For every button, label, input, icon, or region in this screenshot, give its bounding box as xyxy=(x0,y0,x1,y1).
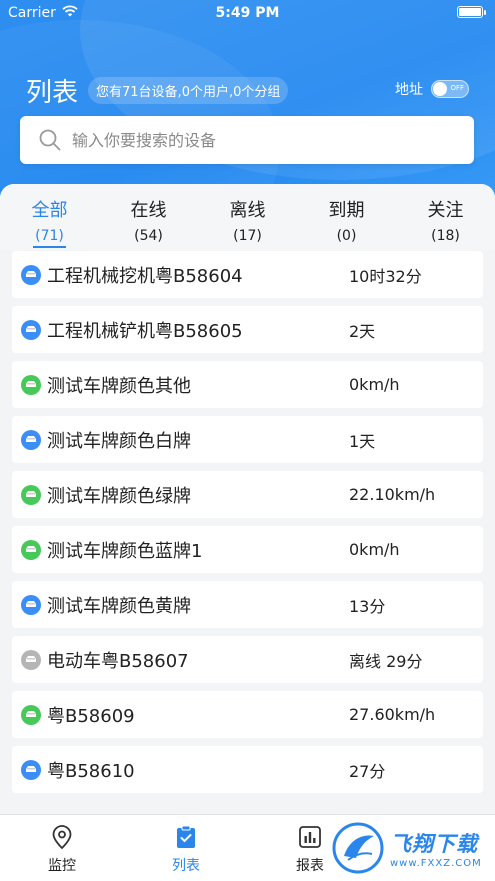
location-pin-icon xyxy=(52,825,72,850)
list-item[interactable]: 粤B58609 27.60km/h xyxy=(12,691,483,738)
watermark: 飞翔下载 www.FXXZ.COM xyxy=(330,818,495,878)
address-label: 地址 xyxy=(395,82,423,98)
bar-chart-icon xyxy=(299,826,321,848)
tab-count: (54) xyxy=(134,228,163,244)
car-icon xyxy=(21,484,41,505)
status-bar: Carrier 5:49 PM xyxy=(0,0,495,26)
title-row: 列表 您有71台设备,0个用户,0个分组 xyxy=(26,72,289,108)
tab-following[interactable]: 关注 (18) xyxy=(396,184,495,250)
search-icon xyxy=(39,129,61,151)
address-toggle: 地址 OFF xyxy=(395,79,469,99)
tab-offline[interactable]: 离线 (17) xyxy=(198,184,297,250)
device-name: 粤B58609 xyxy=(47,705,135,727)
device-status: 27.60km/h xyxy=(349,705,436,724)
tab-label: 全部 xyxy=(31,200,68,221)
nav-label: 监控 xyxy=(48,858,76,874)
address-switch[interactable]: OFF xyxy=(431,80,469,98)
device-name: 工程机械挖机粤B58604 xyxy=(47,265,243,287)
tab-count: (71) xyxy=(33,228,66,248)
tab-count: (18) xyxy=(431,228,460,244)
battery-icon xyxy=(457,6,486,18)
watermark-text: 飞翔下载 xyxy=(390,831,478,856)
list-item[interactable]: 测试车牌颜色黄牌 13分 xyxy=(12,581,483,628)
tab-label: 关注 xyxy=(427,200,464,221)
car-icon xyxy=(21,319,41,340)
device-name: 工程机械铲机粤B58605 xyxy=(47,320,243,342)
device-name: 测试车牌颜色其他 xyxy=(47,375,191,397)
car-icon xyxy=(21,429,41,450)
device-status: 27分 xyxy=(349,761,386,781)
switch-knob xyxy=(433,82,447,96)
car-icon xyxy=(21,704,41,725)
device-name: 测试车牌颜色黄牌 xyxy=(47,595,191,617)
car-icon xyxy=(21,759,41,780)
car-icon xyxy=(21,594,41,615)
list-item[interactable]: 工程机械铲机粤B58605 2天 xyxy=(12,306,483,353)
list-item[interactable]: 测试车牌颜色蓝牌1 0km/h xyxy=(12,526,483,573)
device-status: 0km/h xyxy=(349,540,400,559)
tab-label: 到期 xyxy=(328,200,365,221)
list-item[interactable]: 粤B58610 27分 xyxy=(12,746,483,793)
clock: 5:49 PM xyxy=(215,5,280,21)
page-title: 列表 xyxy=(26,77,79,108)
device-name: 测试车牌颜色白牌 xyxy=(47,430,191,452)
device-status: 离线 29分 xyxy=(349,651,423,671)
tab-count: (17) xyxy=(233,228,262,244)
nav-monitor[interactable]: 监控 xyxy=(0,815,124,881)
tab-count: (0) xyxy=(336,228,357,244)
search-box[interactable] xyxy=(20,116,474,164)
watermark-url: www.FXXZ.COM xyxy=(390,857,482,869)
device-status: 2天 xyxy=(349,321,376,341)
car-icon xyxy=(21,649,41,670)
clipboard-list-icon xyxy=(177,825,195,848)
list-item[interactable]: 电动车粤B58607 离线 29分 xyxy=(12,636,483,683)
tab-online[interactable]: 在线 (54) xyxy=(99,184,198,250)
device-status: 10时32分 xyxy=(349,266,422,286)
device-name: 测试车牌颜色蓝牌1 xyxy=(47,540,203,562)
tab-label: 在线 xyxy=(130,200,167,221)
device-summary: 您有71台设备,0个用户,0个分组 xyxy=(88,76,289,104)
nav-list[interactable]: 列表 xyxy=(124,815,248,881)
car-icon xyxy=(21,264,41,285)
tab-expired[interactable]: 到期 (0) xyxy=(297,184,396,250)
list-item[interactable]: 测试车牌颜色绿牌 22.10km/h xyxy=(12,471,483,518)
list-item[interactable]: 测试车牌颜色白牌 1天 xyxy=(12,416,483,463)
filter-tabs: 全部 (71) 在线 (54) 离线 (17) 到期 (0) 关注 (18) xyxy=(0,184,495,250)
device-list-panel: 全部 (71) 在线 (54) 离线 (17) 到期 (0) 关注 (18) 工… xyxy=(0,184,495,814)
device-status: 0km/h xyxy=(349,375,400,394)
search-input[interactable] xyxy=(72,130,452,150)
car-icon xyxy=(21,539,41,560)
device-name: 电动车粤B58607 xyxy=(47,650,189,672)
device-status: 1天 xyxy=(349,431,376,451)
car-icon xyxy=(21,374,41,395)
list-item[interactable]: 工程机械挖机粤B58604 10时32分 xyxy=(12,251,483,298)
device-name: 测试车牌颜色绿牌 xyxy=(47,485,191,507)
device-status: 22.10km/h xyxy=(349,485,436,504)
tab-all[interactable]: 全部 (71) xyxy=(0,184,99,250)
device-status: 13分 xyxy=(349,596,386,616)
device-name: 粤B58610 xyxy=(47,760,135,782)
nav-label: 列表 xyxy=(172,858,200,874)
list-item[interactable]: 测试车牌颜色其他 0km/h xyxy=(12,361,483,408)
watermark-logo-icon xyxy=(332,822,384,874)
switch-state-label: OFF xyxy=(450,84,464,92)
tab-label: 离线 xyxy=(229,200,266,221)
device-list: 工程机械挖机粤B58604 10时32分 工程机械铲机粤B58605 2天 测试… xyxy=(0,251,495,793)
